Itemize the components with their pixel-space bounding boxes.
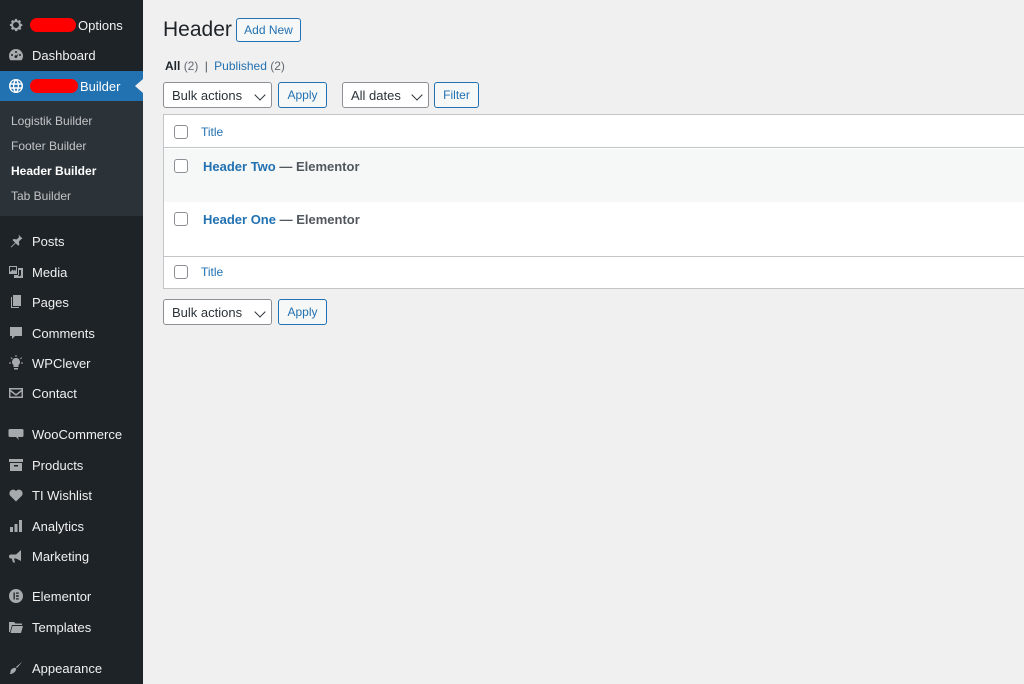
menu-label: WooCommerce — [32, 426, 123, 442]
redacted-mark — [30, 79, 78, 93]
bulk-actions-select-bottom[interactable]: Bulk actions — [163, 299, 272, 325]
menu-item-dashboard[interactable]: Dashboard — [0, 40, 143, 70]
menu-label: Dashboard — [32, 47, 96, 63]
submenu-item-footer-builder[interactable]: Footer Builder — [11, 139, 86, 153]
apply-button-bottom[interactable]: Apply — [278, 299, 327, 325]
bulb-icon — [8, 355, 24, 371]
menu-label: Options — [78, 17, 123, 33]
chevron-down-icon — [411, 89, 423, 101]
heart-icon — [8, 487, 24, 503]
mail-icon — [8, 385, 24, 401]
bulk-actions-value: Bulk actions — [172, 87, 243, 103]
status-all-link[interactable]: All — [165, 59, 180, 73]
menu-label: Products — [32, 457, 84, 473]
menu-label: Appearance — [32, 660, 103, 676]
menu-label: Builder — [80, 78, 121, 94]
admin-sidebar: Options Dashboard Builder Logistik Build… — [0, 0, 143, 684]
table-footer: Title — [164, 256, 1024, 289]
row-post-state: — Elementor — [275, 159, 360, 174]
bulk-actions-select-top[interactable]: Bulk actions — [163, 82, 272, 108]
chart-icon — [8, 518, 24, 534]
status-published-count: (2) — [270, 59, 285, 73]
menu-item-elementor[interactable]: Elementor — [0, 581, 143, 611]
megaphone-icon — [8, 548, 24, 564]
submenu-item-header-builder[interactable]: Header Builder — [11, 164, 96, 178]
menu-item-comments[interactable]: Comments — [0, 318, 143, 348]
menu-label: WPClever — [32, 355, 91, 371]
column-title-sort[interactable]: Title — [201, 125, 223, 139]
add-new-button[interactable]: Add New — [236, 18, 301, 42]
status-published-link[interactable]: Published — [214, 59, 267, 73]
menu-item-products[interactable]: Products — [0, 450, 143, 480]
globe-icon — [8, 78, 24, 94]
apply-button-top[interactable]: Apply — [278, 82, 327, 108]
row-title: Header One — Elementor — [203, 212, 360, 227]
menu-item-ti-wishlist[interactable]: TI Wishlist — [0, 480, 143, 510]
menu-label: TI Wishlist — [32, 487, 92, 503]
menu-item-wpclever[interactable]: WPClever — [0, 348, 143, 378]
menu-label: Contact — [32, 385, 77, 401]
menu-item-media[interactable]: Media — [0, 257, 143, 287]
menu-item-appearance[interactable]: Appearance — [0, 653, 143, 683]
menu-label: Analytics — [32, 518, 85, 534]
elementor-icon — [8, 588, 24, 604]
submenu: Logistik Builder Footer Builder Header B… — [0, 101, 143, 216]
column-title-sort-footer[interactable]: Title — [201, 265, 223, 279]
submenu-item-logistik-builder[interactable]: Logistik Builder — [11, 114, 92, 128]
filter-button[interactable]: Filter — [434, 82, 479, 108]
pages-icon — [8, 294, 24, 310]
menu-item-contact[interactable]: Contact — [0, 378, 143, 408]
menu-label: Templates — [32, 619, 92, 635]
brush-icon — [8, 660, 24, 676]
menu-item-marketing[interactable]: Marketing — [0, 541, 143, 571]
woo-icon — [8, 426, 24, 442]
menu-item-posts[interactable]: Posts — [0, 226, 143, 256]
row-checkbox[interactable] — [174, 212, 188, 226]
menu-item-templates[interactable]: Templates — [0, 612, 143, 642]
table-row: Header Two — Elementor — [164, 149, 1024, 202]
chevron-down-icon — [254, 306, 266, 318]
redacted-mark — [30, 18, 76, 32]
menu-label: Comments — [32, 325, 95, 341]
row-title-link[interactable]: Header Two — [203, 159, 276, 174]
pin-icon — [8, 233, 24, 249]
bulk-actions-value: Bulk actions — [172, 304, 243, 320]
status-separator: | — [204, 59, 208, 73]
table-row: Header One — Elementor — [164, 202, 1024, 255]
gear-icon — [8, 17, 24, 33]
status-filter-links: All (2) | Published (2) — [165, 59, 285, 73]
dates-select[interactable]: All dates — [342, 82, 429, 108]
page-title: Header — [163, 18, 232, 41]
row-title-link[interactable]: Header One — [203, 212, 276, 227]
chevron-down-icon — [254, 89, 266, 101]
menu-label: Posts — [32, 233, 65, 249]
folder-icon — [8, 619, 24, 635]
submenu-item-tab-builder[interactable]: Tab Builder — [11, 189, 71, 203]
dashboard-icon — [8, 47, 24, 63]
menu-label: Media — [32, 264, 68, 280]
menu-item-pages[interactable]: Pages — [0, 287, 143, 317]
archive-icon — [8, 457, 24, 473]
table-header: Title — [164, 115, 1024, 148]
menu-item-analytics[interactable]: Analytics — [0, 511, 143, 541]
menu-item-builder[interactable]: Builder — [0, 71, 143, 101]
menu-item-options[interactable]: Options — [0, 10, 143, 40]
select-all-checkbox[interactable] — [174, 125, 188, 139]
row-post-state: — Elementor — [275, 212, 360, 227]
row-checkbox[interactable] — [174, 159, 188, 173]
posts-table: Title Header Two — Elementor Header One … — [163, 114, 1024, 289]
status-all-count: (2) — [183, 59, 199, 73]
menu-label: Elementor — [32, 588, 92, 604]
dates-value: All dates — [351, 87, 401, 103]
comment-icon — [8, 325, 24, 341]
menu-label: Pages — [32, 294, 69, 310]
menu-item-woocommerce[interactable]: WooCommerce — [0, 419, 143, 449]
menu-label: Marketing — [32, 548, 90, 564]
row-title: Header Two — Elementor — [203, 159, 360, 174]
media-icon — [8, 264, 24, 280]
select-all-checkbox-footer[interactable] — [174, 265, 188, 279]
